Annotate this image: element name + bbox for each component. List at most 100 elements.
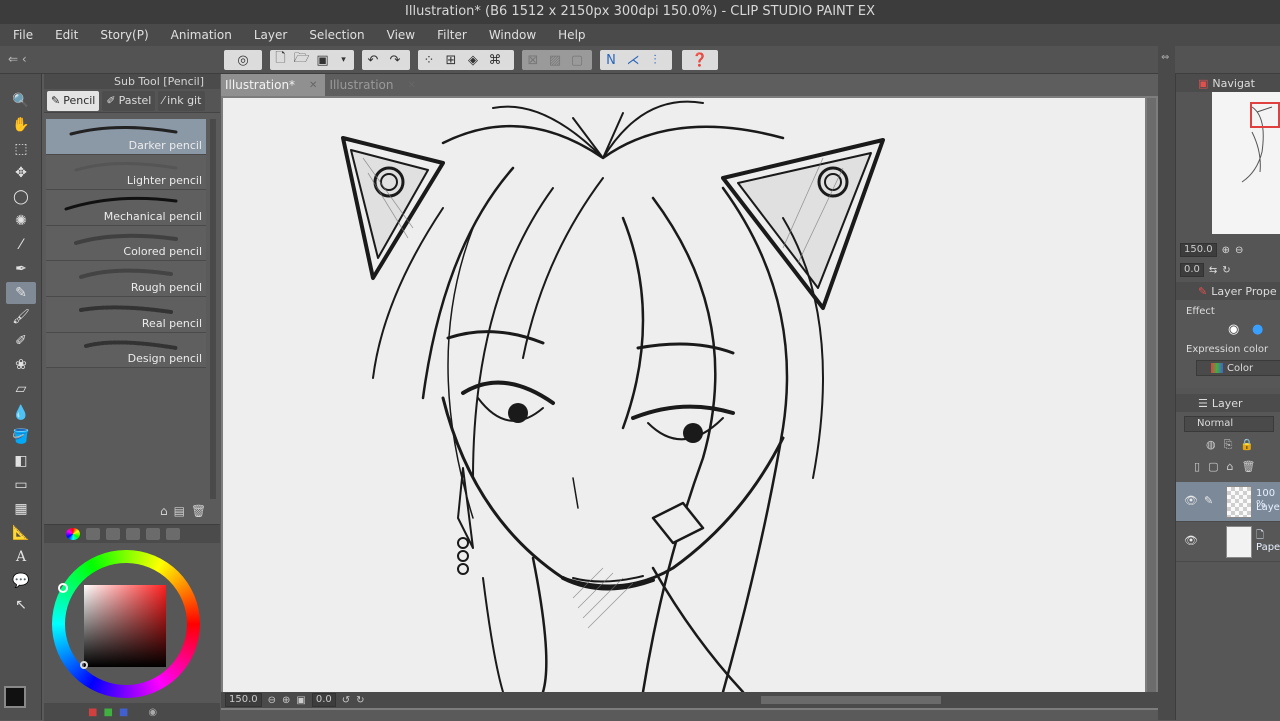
saturation-value-square[interactable] [84,585,166,667]
help-icon[interactable]: ❓ [682,50,718,70]
navigator-view-frame[interactable] [1250,102,1280,128]
text-tool-icon[interactable]: A [6,546,36,568]
copy-subtool-icon[interactable]: ▤ [174,504,185,518]
zoom-in-icon[interactable]: ⊕ [282,695,290,706]
settings-icon[interactable]: ⌂ [160,504,168,518]
snap-special-ruler-icon[interactable]: ⋌ [622,50,644,70]
undo-icon[interactable]: ↶ [362,50,384,70]
brush-tool-icon[interactable]: 🖌 [6,306,36,328]
selection-tool-icon[interactable]: ◯ [6,186,36,208]
rotate-right-icon[interactable]: ↻ [356,695,364,706]
rotate-icon[interactable]: ↻ [1222,265,1230,276]
eraser-tool-icon[interactable]: ▱ [6,378,36,400]
flip-icon[interactable]: ⇆ [1209,265,1217,276]
canvas-vertical-scrollbar[interactable] [1147,98,1156,692]
save-icon[interactable]: ▣ [312,50,333,70]
snap-grid-icon[interactable]: ⫶ [644,50,666,70]
navigator-angle-field[interactable]: 0.0 [1180,263,1204,277]
new-file-icon[interactable]: 🗋 [270,50,291,70]
redo-icon[interactable]: ↷ [384,50,406,70]
rotate-left-icon[interactable]: ↺ [342,695,350,706]
menu-view[interactable]: View [374,28,424,42]
hue-marker[interactable] [58,583,68,593]
close-tab-icon[interactable]: ✕ [407,80,415,91]
zoom-tool-icon[interactable]: 🔍 [6,90,36,112]
color-wheel-tab-icon[interactable] [66,528,80,540]
document-tab[interactable]: Illustration ✕ [325,74,423,96]
ruler-tool-icon[interactable]: 📐 [6,522,36,544]
blend-tool-icon[interactable]: 💧 [6,402,36,424]
delete-layer-icon[interactable]: 🗑 [1241,460,1255,473]
lock-transparency-icon[interactable]: ◍ [1206,438,1216,452]
layer-row[interactable]: 👁 ✎ 100 % Layer [1176,482,1280,522]
subtool-tab-ink[interactable]: ⁄ ink git [158,90,206,111]
lock-layer-icon[interactable]: 🔒 [1240,438,1254,452]
gradient-tool-icon[interactable]: ◧ [6,450,36,472]
operation-tool-icon[interactable]: ⬚ [6,138,36,160]
tone-effect-icon[interactable]: ● [1252,322,1263,337]
new-folder-icon[interactable]: ⌂ [1226,460,1233,473]
fill-icon[interactable]: ◈ [462,50,484,70]
menu-filter[interactable]: Filter [424,28,476,42]
move-tool-icon[interactable]: ✋ [6,114,36,136]
close-tab-icon[interactable]: ✕ [309,80,317,91]
eye-icon[interactable]: 👁 [1184,534,1198,547]
clip-layer-icon[interactable]: ⎘ [1224,438,1233,452]
brush-item[interactable]: Mechanical pencil [46,190,206,226]
main-color-swatch[interactable] [4,686,26,708]
color-picker-marker[interactable] [80,661,88,669]
menu-story[interactable]: Story(P) [87,28,157,42]
layer-row[interactable]: 👁 🗋 Paper [1176,522,1280,562]
menu-layer[interactable]: Layer [241,28,296,42]
open-folder-icon[interactable]: 🗁 [291,50,312,70]
zoom-out-icon[interactable]: ⊖ [268,695,276,706]
pen-tool-icon[interactable]: ✒ [6,258,36,280]
pencil-tool-icon[interactable]: ✎ [6,282,36,304]
blend-mode-select[interactable]: Normal [1184,416,1274,432]
eyedropper-tool-icon[interactable]: ⁄ [6,234,36,256]
color-history-tab-icon[interactable] [166,528,180,540]
drawing-canvas[interactable] [223,98,1145,692]
brush-item[interactable]: Real pencil [46,296,206,333]
transform-icon[interactable]: ⌘ [484,50,506,70]
new-raster-layer-icon[interactable]: ▯ [1194,460,1200,473]
brush-item[interactable]: Colored pencil [46,225,206,262]
zoom-field[interactable]: 150.0 [225,693,262,707]
color-slider-tab-icon[interactable] [86,528,100,540]
clear-outside-icon[interactable]: ▨ [544,50,566,70]
subtool-tab-pastel[interactable]: ✐ Pastel [102,90,156,111]
navigator-zoom-field[interactable]: 150.0 [1180,243,1217,257]
eye-icon[interactable]: 👁 [1184,494,1198,507]
fill-selection-icon[interactable]: ▢ [566,50,588,70]
frame-border-tool-icon[interactable]: ▦ [6,498,36,520]
delete-subtool-icon[interactable]: 🗑 [191,504,206,518]
move-layer-tool-icon[interactable]: ✥ [6,162,36,184]
auto-select-tool-icon[interactable]: ✺ [6,210,36,232]
clear-selection-icon[interactable]: ⁘ [418,50,440,70]
border-effect-icon[interactable]: ◉ [1228,322,1239,337]
crop-icon[interactable]: ⊞ [440,50,462,70]
menu-window[interactable]: Window [476,28,545,42]
zoom-in-icon[interactable]: ⊕ [1222,245,1230,256]
approximate-color-tab-icon[interactable] [146,528,160,540]
snap-ruler-icon[interactable]: 𝖭 [600,50,622,70]
menu-selection[interactable]: Selection [296,28,373,42]
subtool-tab-pencil[interactable]: ✎ Pencil [47,90,100,111]
zoom-out-icon[interactable]: ⊖ [1235,245,1243,256]
brush-item[interactable]: Design pencil [46,332,206,369]
navigator-preview[interactable] [1212,92,1280,234]
balloon-tool-icon[interactable]: 💬 [6,570,36,592]
save-dropdown-icon[interactable]: ▾ [333,50,354,70]
collapse-right-icon[interactable]: ⇔ [1161,52,1169,63]
brush-item[interactable]: Lighter pencil [46,154,206,191]
correct-line-tool-icon[interactable]: ↖ [6,594,36,616]
menu-help[interactable]: Help [545,28,594,42]
canvas-horizontal-scrollbar[interactable] [761,696,941,704]
clip-studio-button[interactable]: ◎ [224,50,262,70]
document-tab-active[interactable]: Illustration* ✕ [221,74,326,96]
figure-tool-icon[interactable]: ▭ [6,474,36,496]
menu-animation[interactable]: Animation [158,28,241,42]
fill-tool-icon[interactable]: 🪣 [6,426,36,448]
color-mode-icon[interactable]: ◉ [148,707,157,718]
decoration-tool-icon[interactable]: ❀ [6,354,36,376]
